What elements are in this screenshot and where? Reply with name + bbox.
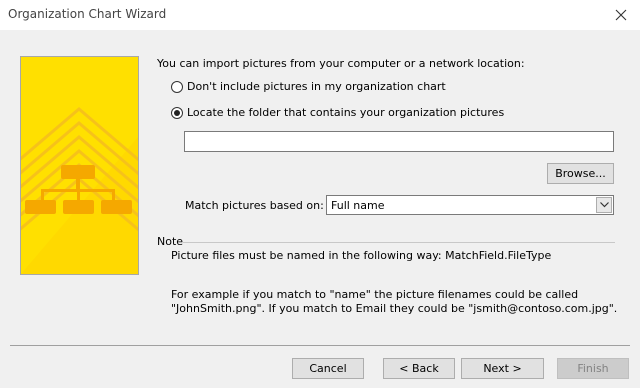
example-text: For example if you match to "name" the p… <box>171 288 617 316</box>
close-button[interactable] <box>610 4 632 26</box>
footer-separator <box>10 345 630 346</box>
match-field-dropdown[interactable]: Full name <box>326 195 614 215</box>
radio-no-pictures[interactable]: Don't include pictures in my organizatio… <box>171 80 446 93</box>
org-chart-illustration <box>21 57 138 274</box>
chevron-down-icon <box>599 202 609 208</box>
match-pictures-label: Match pictures based on: <box>185 199 324 212</box>
window-title: Organization Chart Wizard <box>8 7 167 21</box>
folder-path-input[interactable] <box>184 131 614 152</box>
next-button[interactable]: Next > <box>461 358 544 379</box>
note-heading: Note <box>157 235 184 248</box>
radio-button[interactable] <box>171 80 183 93</box>
note-text: Picture files must be named in the follo… <box>171 249 552 262</box>
finish-button[interactable]: Finish <box>557 358 629 379</box>
dropdown-button[interactable] <box>596 197 612 213</box>
radio-label: Locate the folder that contains your org… <box>187 106 505 119</box>
title-bar: Organization Chart Wizard <box>0 0 640 30</box>
radio-locate-folder[interactable]: Locate the folder that contains your org… <box>171 106 504 119</box>
example-line-2: "JohnSmith.png". If you match to Email t… <box>171 302 618 315</box>
browse-button[interactable]: Browse... <box>547 163 614 184</box>
back-button[interactable]: < Back <box>383 358 455 379</box>
note-divider <box>183 242 615 243</box>
import-instruction: You can import pictures from your comput… <box>157 57 525 70</box>
dropdown-value: Full name <box>331 199 385 212</box>
cancel-button[interactable]: Cancel <box>292 358 364 379</box>
wizard-banner-image <box>20 56 139 275</box>
radio-label: Don't include pictures in my organizatio… <box>187 80 446 93</box>
close-icon <box>615 9 627 21</box>
example-line-1: For example if you match to "name" the p… <box>171 288 579 301</box>
radio-button-selected[interactable] <box>171 106 183 119</box>
